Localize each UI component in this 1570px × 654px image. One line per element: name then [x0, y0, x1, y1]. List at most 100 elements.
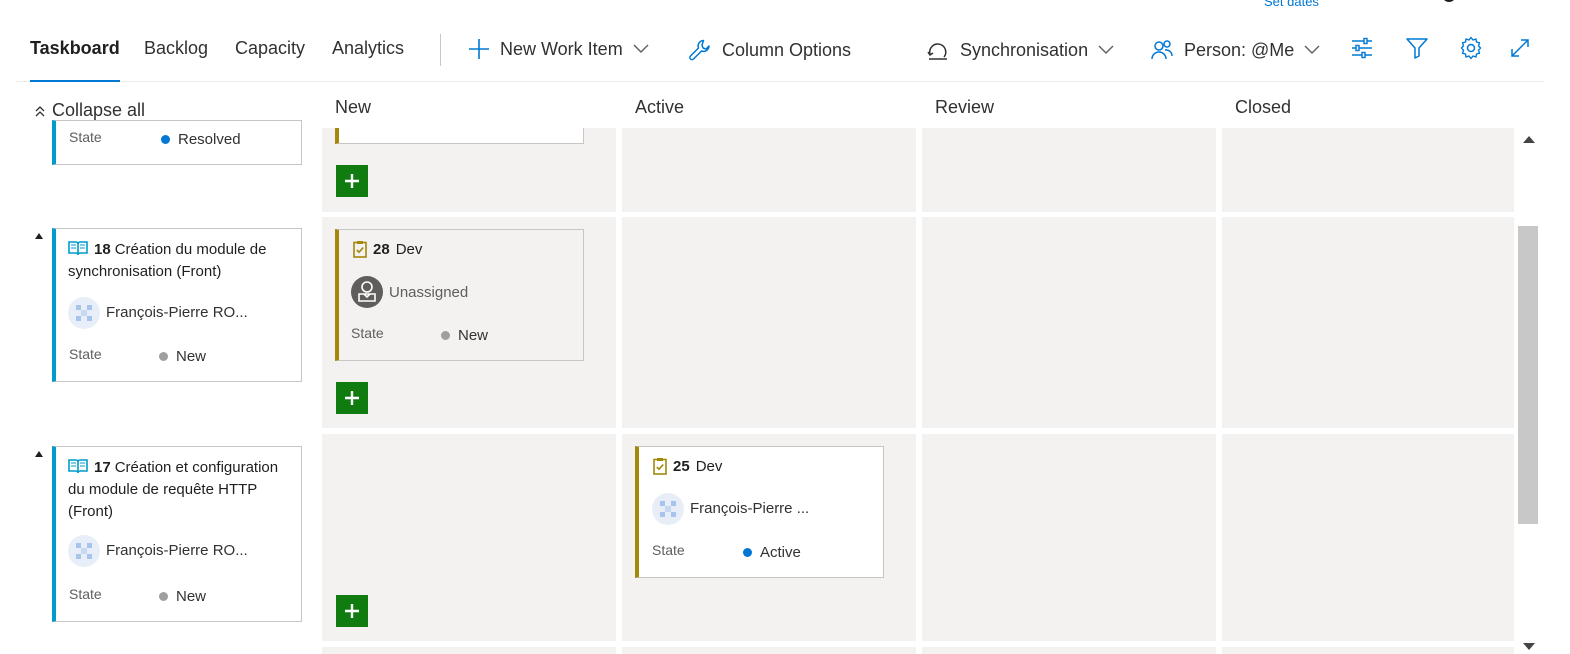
row-collapse-icon[interactable]	[35, 451, 43, 457]
parent-id: 17	[94, 459, 111, 476]
parent-card[interactable]: State Resolved	[52, 120, 302, 165]
parent-card[interactable]: 17 Création et configuration du module de…	[52, 446, 302, 622]
column-header-review: Review	[935, 97, 995, 117]
parent-state-label: State	[69, 586, 102, 602]
cell-review[interactable]	[922, 128, 1216, 212]
state-dot-icon	[441, 331, 450, 340]
task-state-value: New	[458, 327, 489, 344]
cell-closed[interactable]	[1222, 434, 1514, 641]
task-assignee[interactable]: François-Pierre ...	[690, 500, 809, 517]
tab-capacity[interactable]: Capacity	[235, 38, 305, 82]
add-task-button[interactable]	[336, 165, 368, 197]
task-assignee[interactable]: Unassigned	[389, 284, 468, 301]
chevron-down-icon	[1098, 45, 1114, 55]
task-card[interactable]: 25 Dev François-Pierre ... State Active	[635, 446, 884, 578]
parent-assignee[interactable]: François-Pierre RO...	[106, 542, 248, 559]
parent-state[interactable]: New	[159, 588, 206, 605]
tab-backlog[interactable]: Backlog	[144, 38, 208, 82]
sprint-label: Synchronisation	[960, 39, 1089, 60]
row-collapse-icon[interactable]	[35, 233, 43, 239]
chevron-down-icon	[633, 44, 649, 54]
parent-title[interactable]: 17 Création et configuration du module de…	[68, 457, 291, 523]
new-work-item-button[interactable]: New Work Item	[468, 38, 649, 60]
sprint-icon	[926, 38, 950, 62]
cell-active[interactable]	[622, 217, 916, 428]
column-header-new: New	[335, 97, 372, 117]
task-name[interactable]: Dev	[396, 241, 423, 258]
cell-review[interactable]	[922, 217, 1216, 428]
plus-icon	[343, 172, 361, 190]
scroll-down-arrow-icon[interactable]	[1523, 643, 1535, 650]
task-title: 28 Dev	[353, 240, 422, 258]
cell-review[interactable]	[922, 434, 1216, 641]
parent-state[interactable]: New	[159, 348, 206, 365]
add-task-button[interactable]	[336, 382, 368, 414]
tab-taskboard[interactable]: Taskboard	[30, 38, 120, 82]
cell-new[interactable]	[322, 647, 616, 654]
people-icon	[1150, 38, 1174, 62]
task-state-label: State	[351, 325, 384, 341]
vertical-scrollbar[interactable]	[1515, 128, 1541, 654]
cell-active[interactable]	[622, 128, 916, 212]
task-card[interactable]	[335, 128, 584, 144]
parent-state-value: Resolved	[178, 131, 241, 148]
book-icon	[68, 458, 88, 474]
sprint-selector[interactable]: Synchronisation	[926, 38, 1114, 62]
collapse-all-button[interactable]: Collapse all	[34, 100, 145, 121]
state-dot-icon	[743, 548, 752, 557]
task-state-label: State	[652, 542, 685, 558]
settings-gear-icon[interactable]	[1457, 34, 1485, 62]
column-header-closed: Closed	[1235, 97, 1292, 117]
state-dot-icon	[161, 135, 170, 144]
parent-card[interactable]: 18 Création du module de synchronisation …	[52, 228, 302, 382]
column-options-button[interactable]: Column Options	[688, 38, 851, 62]
new-work-item-label: New Work Item	[500, 38, 623, 59]
cell-closed[interactable]	[1222, 647, 1514, 654]
plus-icon	[468, 38, 490, 60]
parent-state-value: New	[176, 588, 207, 605]
fullscreen-icon[interactable]	[1506, 34, 1534, 62]
set-dates-link[interactable]: Set dates	[1264, 0, 1319, 9]
tab-analytics[interactable]: Analytics	[332, 38, 404, 82]
task-clipboard-icon	[353, 240, 367, 258]
task-title: 25 Dev	[653, 457, 722, 475]
scroll-up-arrow-icon[interactable]	[1523, 136, 1535, 143]
help-icon[interactable]	[1442, 0, 1456, 2]
view-options-icon[interactable]	[1348, 34, 1376, 62]
column-header-active: Active	[635, 97, 685, 117]
task-state-value: Active	[760, 544, 801, 561]
cell-closed[interactable]	[1222, 128, 1514, 212]
cell-review[interactable]	[922, 647, 1216, 654]
task-name[interactable]: Dev	[696, 458, 723, 475]
task-state[interactable]: Active	[743, 544, 801, 561]
collapse-chevron-icon	[34, 104, 46, 118]
toolbar-divider	[440, 34, 441, 66]
chevron-down-icon	[1304, 45, 1320, 55]
plus-icon	[343, 602, 361, 620]
unassigned-avatar-icon	[351, 276, 383, 308]
person-filter[interactable]: Person: @Me	[1150, 38, 1320, 62]
task-id: 25	[673, 457, 690, 475]
parent-state-label: State	[69, 129, 102, 145]
user-avatar	[652, 493, 684, 525]
collapse-all-label: Collapse all	[52, 100, 146, 120]
task-id: 28	[373, 240, 390, 258]
task-state[interactable]: New	[441, 327, 488, 344]
book-icon	[68, 240, 88, 256]
column-options-label: Column Options	[722, 39, 852, 60]
wrench-icon	[688, 38, 712, 62]
toolbar: Taskboard Backlog Capacity Analytics New…	[16, 26, 1544, 82]
cell-closed[interactable]	[1222, 217, 1514, 428]
task-clipboard-icon	[653, 457, 667, 475]
add-task-button[interactable]	[336, 595, 368, 627]
parent-assignee[interactable]: François-Pierre RO...	[106, 304, 248, 321]
task-card[interactable]: 28 Dev Unassigned State New	[335, 229, 584, 361]
state-dot-icon	[159, 352, 168, 361]
cell-active[interactable]	[622, 647, 916, 654]
parent-state-label: State	[69, 346, 102, 362]
filter-icon[interactable]	[1403, 34, 1431, 62]
parent-state[interactable]: Resolved	[161, 131, 241, 148]
parent-title[interactable]: 18 Création du module de synchronisation …	[68, 239, 291, 283]
scrollbar-thumb[interactable]	[1518, 226, 1538, 524]
user-avatar	[68, 535, 100, 567]
